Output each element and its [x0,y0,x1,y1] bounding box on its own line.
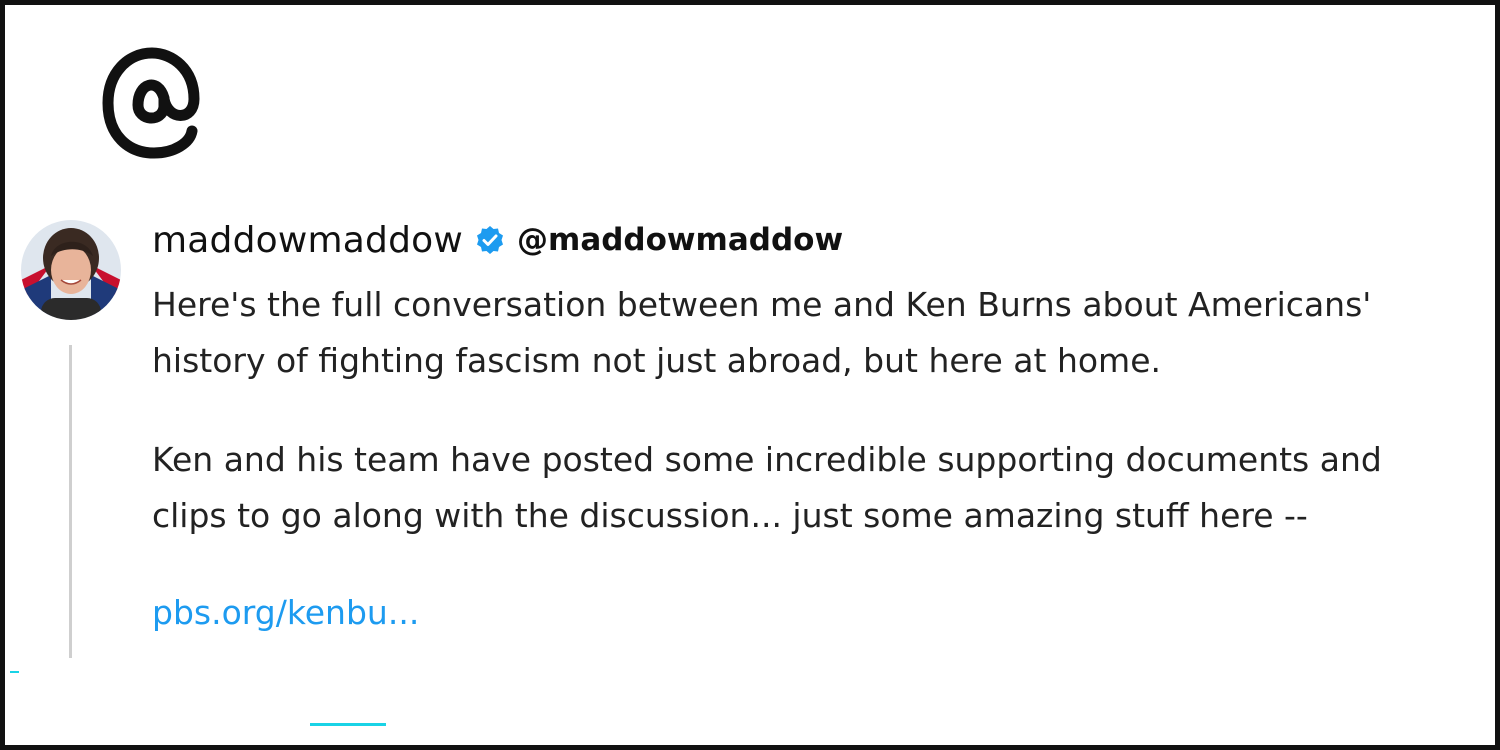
decorative-mark-left [10,671,19,673]
avatar[interactable] [21,220,121,320]
post-link[interactable]: pbs.org/kenbu... [152,585,419,641]
threads-post-card: maddowmaddow @maddowmaddow Here's the fu… [0,0,1500,750]
post-paragraph-2: Ken and his team have posted some incred… [152,440,1382,535]
post-header: maddowmaddow @maddowmaddow [152,215,843,265]
post-paragraph-1: Here's the full conversation between me … [152,285,1372,380]
threads-logo-icon[interactable] [98,43,208,163]
thread-connector-line [69,345,72,658]
display-name[interactable]: maddowmaddow [152,220,463,261]
verified-badge-icon [477,226,504,254]
decorative-mark-bottom [310,723,386,726]
avatar-image [21,220,121,320]
user-handle[interactable]: @maddowmaddow [517,222,843,258]
